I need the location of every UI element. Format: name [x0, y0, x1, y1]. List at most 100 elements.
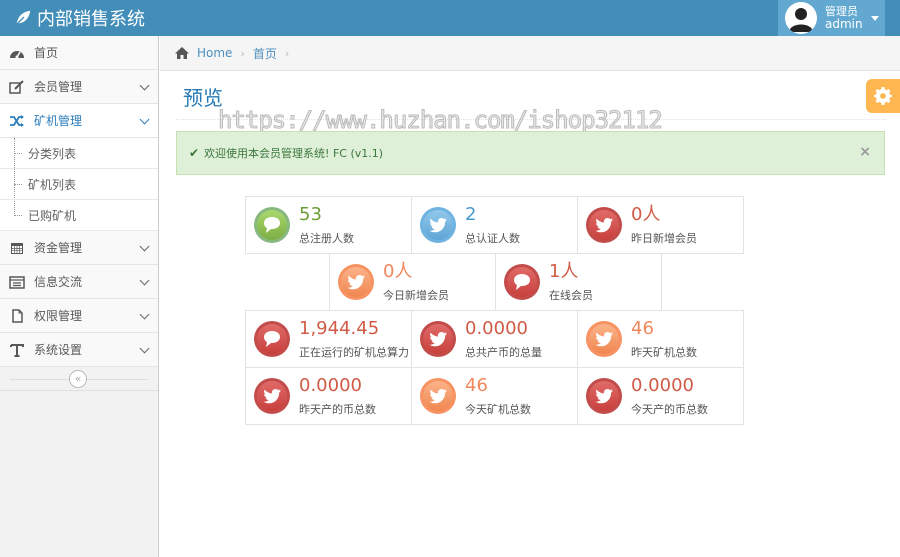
stat-icon-circle — [586, 207, 622, 243]
close-button[interactable]: × — [859, 144, 871, 160]
stat-box: 53 总注册人数 — [245, 196, 412, 254]
top-navbar: 内部销售系统 管理员 admin — [0, 0, 900, 36]
sidebar-item-messages[interactable]: 信息交流 — [0, 265, 158, 299]
sidebar-item-funds[interactable]: 资金管理 — [0, 231, 158, 265]
stats-row: 0.0000 昨天产的币总数 46 今天矿机总数 0.0000 今天产的币总数 — [245, 367, 745, 425]
page-title: 预览 — [183, 86, 223, 110]
stat-box: 0人昨日新增会员 — [577, 196, 744, 254]
chevron-down-icon — [139, 309, 150, 320]
watermark: https://www.huzhan.com/ishop32112 — [218, 106, 664, 135]
sidebar-collapse-bar: « — [0, 367, 158, 391]
stat-box: 0.0000 总共产币的总量 — [411, 310, 578, 368]
user-name: admin — [825, 17, 863, 31]
settings-button[interactable] — [866, 79, 900, 113]
calendar-icon — [8, 240, 26, 256]
stats-row: 0人今日新增会员 1人在线会员 — [245, 253, 745, 311]
leaf-icon — [15, 10, 31, 26]
submenu-item-purchased-miners[interactable]: 已购矿机 — [0, 200, 158, 231]
brand[interactable]: 内部销售系统 — [14, 6, 145, 30]
comments-icon — [264, 217, 280, 233]
welcome-alert: ✔ 欢迎使用本会员管理系统! FC (v1.1) × — [176, 131, 885, 175]
stat-label: 今天矿机总数 — [465, 403, 531, 416]
stat-value: 0人 — [631, 204, 661, 225]
twitter-icon — [595, 218, 613, 233]
submenu-item-label: 分类列表 — [28, 146, 77, 161]
stat-value: 2 — [465, 204, 477, 225]
stat-label: 总共产币的总量 — [465, 346, 542, 359]
stat-value: 0.0000 — [465, 318, 528, 339]
twitter-icon — [429, 332, 447, 347]
stat-value: 46 — [465, 375, 488, 396]
sidebar-item-label: 信息交流 — [34, 275, 83, 289]
stat-icon-circle — [254, 378, 290, 414]
twitter-icon — [429, 218, 447, 233]
gear-icon — [874, 87, 892, 105]
stat-label: 昨天产的币总数 — [299, 403, 376, 416]
submenu-item-category-list[interactable]: 分类列表 — [0, 138, 158, 169]
sidebar-item-label: 资金管理 — [34, 241, 83, 255]
user-info: 管理员 admin — [825, 6, 863, 31]
stat-box: 1,944.45 正在运行的矿机总算力 — [245, 310, 412, 368]
stat-label: 今日新增会员 — [383, 289, 449, 302]
stat-box: 46 昨天矿机总数 — [577, 310, 744, 368]
file-icon — [8, 308, 26, 324]
sidebar: 首页 会员管理 矿机管理 分类列表 矿机列表 已购矿机 资金管理 信息交流 权限… — [0, 36, 159, 557]
stat-icon-circle — [586, 321, 622, 357]
sidebar-item-label: 会员管理 — [34, 80, 83, 94]
sidebar-item-members[interactable]: 会员管理 — [0, 70, 158, 104]
stat-box: 0.0000 昨天产的币总数 — [245, 367, 412, 425]
twitter-icon — [595, 332, 613, 347]
stat-label: 今天产的币总数 — [631, 403, 708, 416]
stat-value: 0人 — [383, 261, 413, 282]
breadcrumb-home-link[interactable]: Home — [197, 46, 232, 60]
stats-grid: 53 总注册人数 2 总认证人数 0人 昨日新增会员 0人 今日新增会员 1人 在线会员 … — [245, 196, 745, 425]
twitter-icon — [347, 275, 365, 290]
submenu-miners: 分类列表 矿机列表 已购矿机 — [0, 138, 158, 231]
stat-value: 53 — [299, 204, 322, 225]
stat-icon-circle — [338, 264, 374, 300]
dashboard-icon — [8, 45, 26, 61]
check-icon: ✔ — [189, 146, 200, 160]
collapse-sidebar-button[interactable]: « — [69, 370, 87, 388]
sidebar-item-label: 首页 — [34, 46, 59, 60]
comments-icon — [514, 274, 530, 290]
stat-value: 1,944.45 — [299, 318, 380, 339]
chevron-down-icon — [139, 80, 150, 91]
stat-box: 0.0000 今天产的币总数 — [577, 367, 744, 425]
list-icon — [8, 274, 26, 290]
stat-value: 1人 — [549, 261, 579, 282]
chevron-down-icon — [139, 114, 150, 125]
stat-value: 0.0000 — [631, 375, 694, 396]
breadcrumb: Home › 首页 › — [160, 36, 900, 71]
stats-row: 1,944.45 正在运行的矿机总算力 0.0000 总共产币的总量 46 昨天矿机总… — [245, 310, 745, 368]
stat-label: 在线会员 — [549, 289, 593, 302]
twitter-icon — [595, 389, 613, 404]
submenu-item-label: 矿机列表 — [28, 177, 77, 192]
stat-box: 1人在线会员 — [495, 253, 662, 311]
stat-icon-circle — [254, 321, 290, 357]
stat-label: 昨日新增会员 — [631, 232, 697, 245]
sidebar-item-label: 系统设置 — [34, 343, 83, 357]
sidebar-item-home[interactable]: 首页 — [0, 36, 158, 70]
sidebar-item-permissions[interactable]: 权限管理 — [0, 299, 158, 333]
stats-row: 53 总注册人数 2 总认证人数 0人 昨日新增会员 — [245, 196, 745, 254]
avatar — [785, 2, 817, 34]
sidebar-item-label: 权限管理 — [34, 309, 83, 323]
alert-text: 欢迎使用本会员管理系统! FC (v1.1) — [204, 147, 384, 160]
home-icon — [175, 47, 189, 59]
user-menu[interactable]: 管理员 admin — [778, 0, 885, 36]
breadcrumb-separator: › — [240, 46, 245, 60]
stat-value: 46 — [631, 318, 654, 339]
stat-box: 46 今天矿机总数 — [411, 367, 578, 425]
stat-icon-circle — [504, 264, 540, 300]
stat-label: 总注册人数 — [299, 232, 354, 245]
stat-icon-circle — [254, 207, 290, 243]
comments-icon — [264, 331, 280, 347]
sidebar-item-label: 矿机管理 — [34, 114, 83, 128]
sidebar-item-miners[interactable]: 矿机管理 — [0, 104, 158, 138]
breadcrumb-current-link[interactable]: 首页 — [253, 45, 277, 62]
chevron-down-icon — [139, 275, 150, 286]
sidebar-item-settings[interactable]: 系统设置 — [0, 333, 158, 367]
edit-icon — [8, 79, 26, 95]
submenu-item-miner-list[interactable]: 矿机列表 — [0, 169, 158, 200]
